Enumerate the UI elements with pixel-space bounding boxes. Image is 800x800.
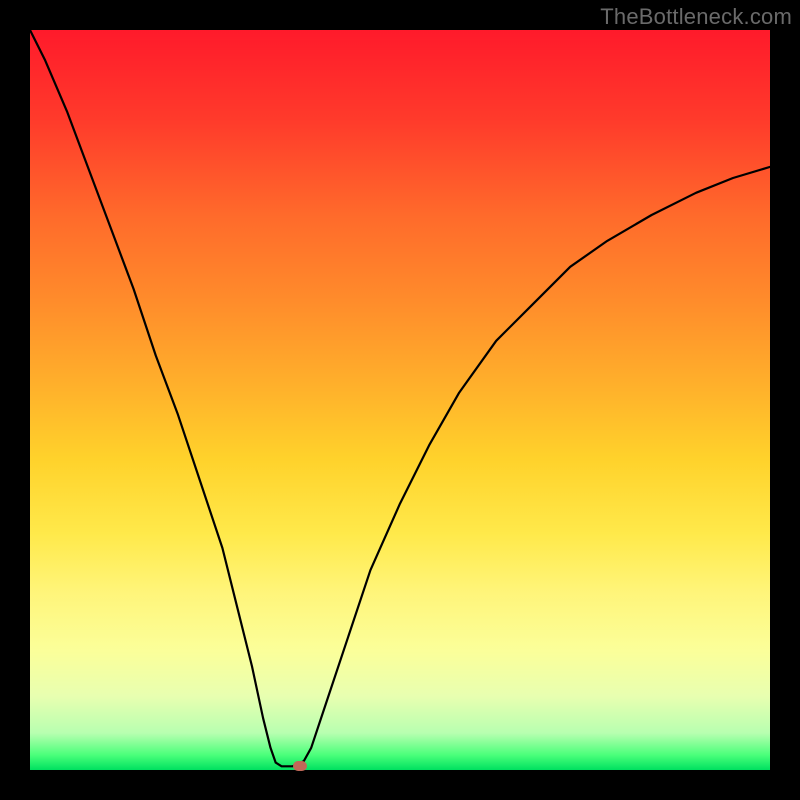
bottleneck-curve <box>30 30 770 770</box>
optimal-point-marker <box>293 761 307 771</box>
chart-frame: TheBottleneck.com <box>0 0 800 800</box>
plot-area <box>30 30 770 770</box>
watermark-text: TheBottleneck.com <box>600 4 792 30</box>
